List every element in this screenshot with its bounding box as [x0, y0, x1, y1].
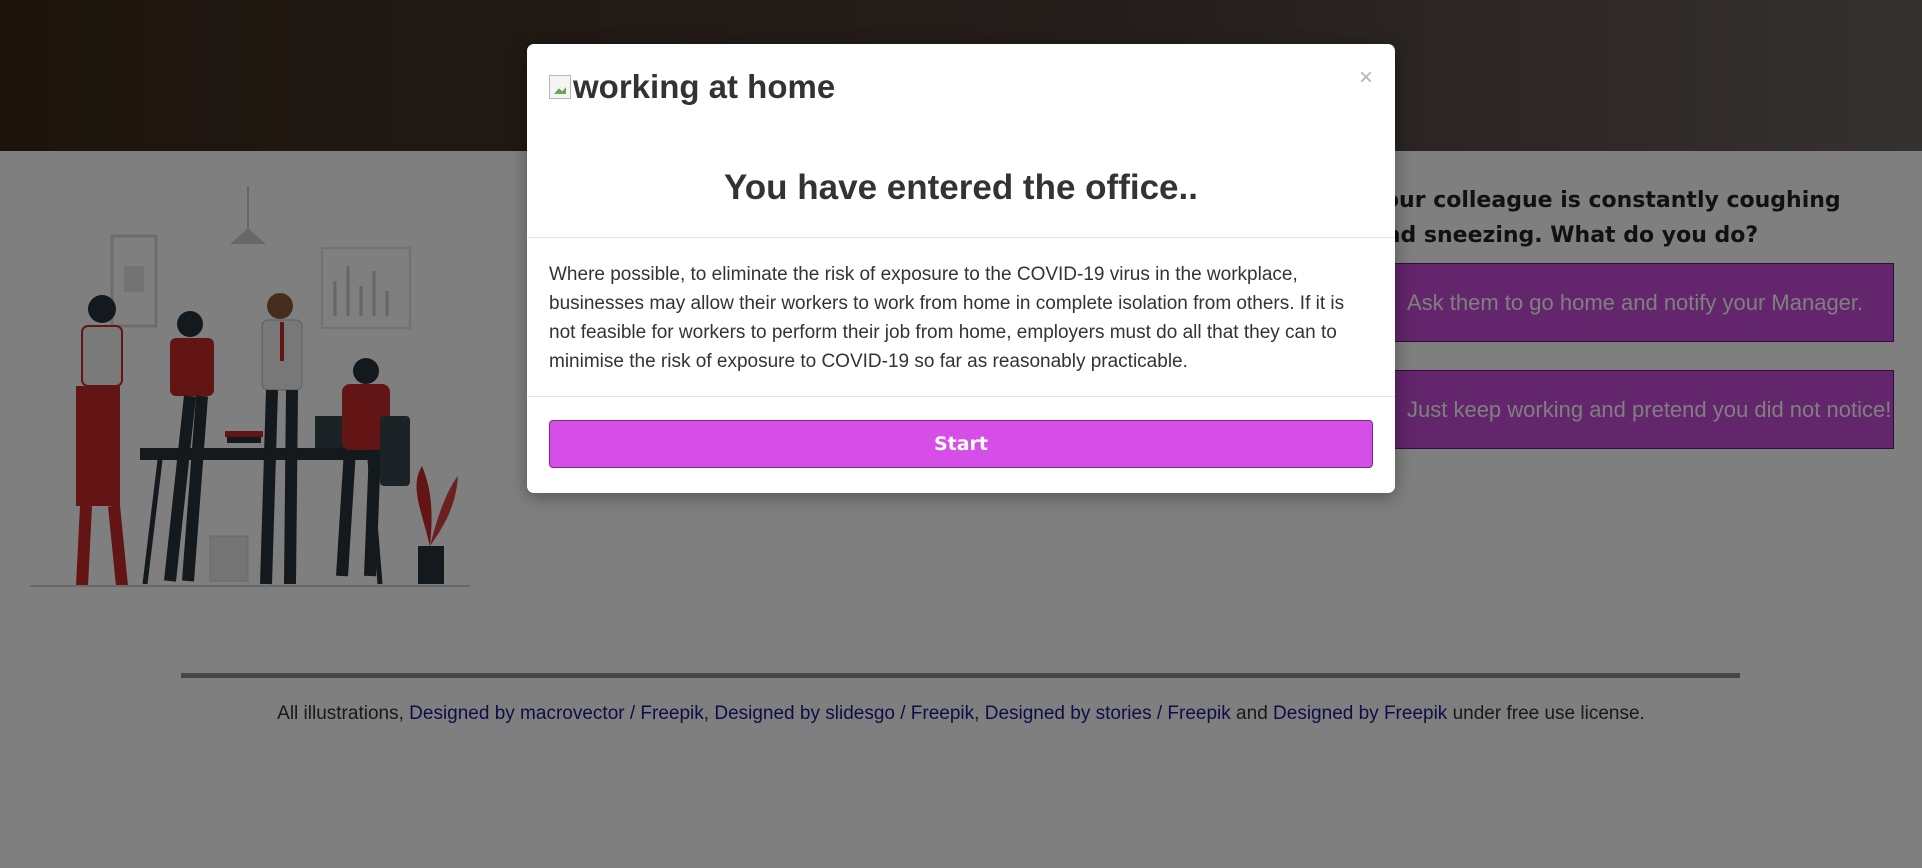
modal-body-text: Where possible, to eliminate the risk of… [549, 264, 1345, 372]
start-button[interactable]: Start [549, 420, 1373, 468]
modal-header: working at home × You have entered the o… [527, 44, 1395, 238]
broken-image-placeholder: working at home [549, 68, 835, 106]
modal-footer: Start [527, 397, 1395, 491]
start-button-label: Start [933, 433, 989, 455]
modal-title: You have entered the office.. [724, 168, 1198, 207]
intro-modal: working at home × You have entered the o… [527, 44, 1395, 493]
image-alt-text: working at home [573, 68, 836, 105]
close-icon[interactable]: × [1359, 64, 1373, 92]
broken-image-icon [549, 75, 571, 99]
modal-body: Where possible, to eliminate the risk of… [527, 238, 1395, 397]
